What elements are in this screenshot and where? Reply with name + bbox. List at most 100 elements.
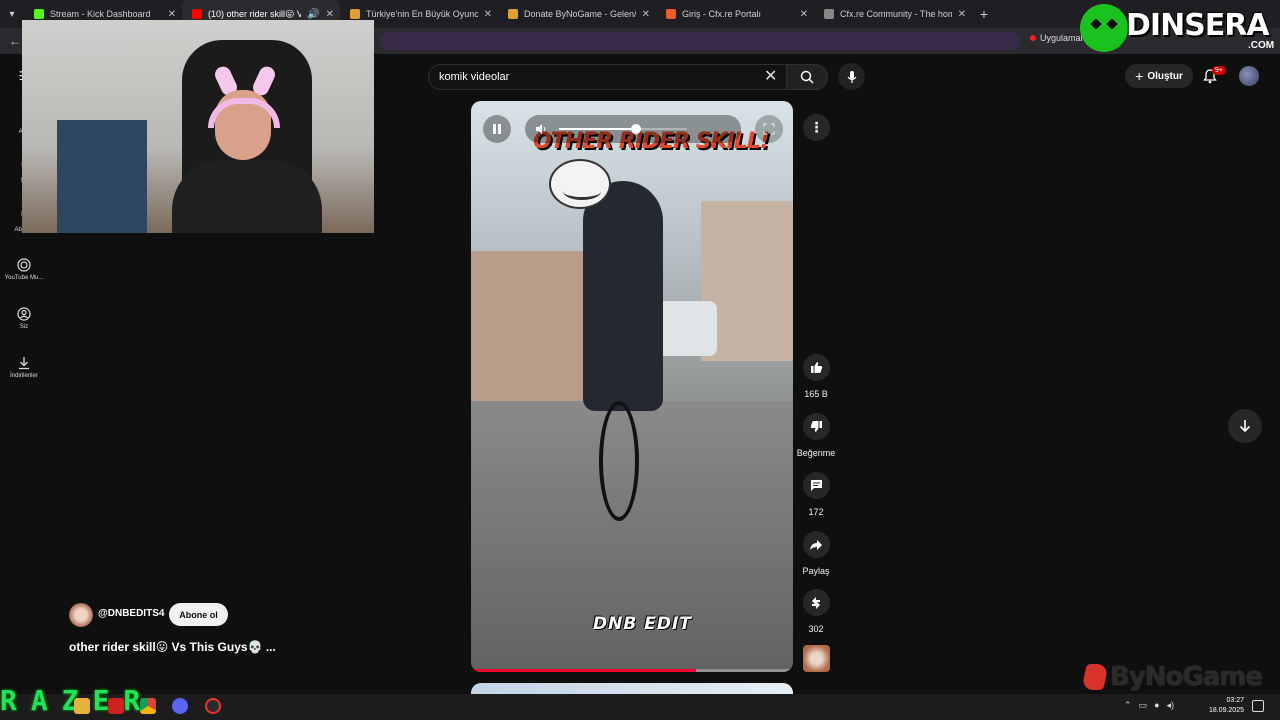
channel-avatar-thumbnail[interactable] (803, 645, 830, 672)
like-button[interactable]: 165 B (796, 354, 836, 399)
volume-slider-handle[interactable] (630, 124, 641, 134)
volume-tray-icon[interactable]: ◂) (1167, 700, 1175, 711)
system-tray: ⌃ ▭ ● ◂) (1124, 700, 1174, 711)
search-icon (800, 70, 814, 84)
tab-close-icon[interactable]: ✕ (642, 9, 650, 20)
account-icon (17, 307, 31, 321)
account-avatar[interactable] (1239, 66, 1259, 86)
sidebar-item-you[interactable]: Siz (0, 307, 48, 330)
share-arrow-icon (810, 539, 822, 550)
tab-title: Giriş - Cfx.re Portalı (682, 9, 762, 19)
arrow-down-icon (1239, 420, 1251, 433)
more-vert-icon: ⋮ (809, 119, 824, 135)
bynogame-watermark: ByNoGame (1081, 662, 1263, 692)
remix-button-circle[interactable] (802, 589, 830, 616)
apps-label: Uygulamal (1040, 33, 1083, 43)
tab-search-chevron-icon[interactable]: ▾ (0, 0, 24, 28)
chevron-up-icon[interactable]: ⌃ (1124, 700, 1132, 711)
clear-search-icon[interactable]: ✕ (764, 66, 777, 86)
dislike-button[interactable]: Beğenme (796, 413, 836, 458)
remix-icon (812, 596, 820, 609)
watermark-text: ByNoGame (1110, 662, 1263, 692)
youtube-app-icon[interactable] (108, 698, 124, 714)
share-label: Paylaş (802, 566, 830, 576)
taskbar-clock[interactable]: 03:27 18.09.2025 (1200, 696, 1244, 716)
thumbs-down-icon (810, 421, 822, 432)
video-scene-rider (583, 181, 663, 411)
comments-button[interactable]: 172 (796, 472, 836, 517)
youtube-music-icon (17, 258, 31, 272)
fullscreen-button[interactable] (755, 115, 783, 143)
discord-icon[interactable] (172, 698, 188, 714)
share-button-circle[interactable] (802, 531, 830, 558)
channel-avatar[interactable] (69, 603, 93, 627)
streamer-webcam-overlay (22, 20, 374, 233)
pause-button[interactable] (483, 115, 511, 143)
browser-tab[interactable]: Donate ByNoGame - Gelen/Gid ✕ (498, 0, 656, 28)
windows-taskbar (0, 694, 1280, 720)
channel-name[interactable]: @DNBEDITS4 (98, 608, 164, 619)
more-options-button[interactable]: ⋮ (803, 114, 830, 141)
sidebar-item-label: Siz (19, 324, 29, 330)
omnibox[interactable] (380, 32, 1020, 50)
subscribe-button[interactable]: Abone ol (169, 603, 228, 626)
logo-word: DINSERA (1126, 8, 1270, 43)
obs-icon[interactable] (205, 698, 221, 714)
tab-title: Cfx.re Community - The home (840, 9, 952, 19)
tab-close-icon[interactable]: ✕ (958, 9, 966, 20)
pause-icon (493, 124, 501, 134)
bynogame-favicon-icon (350, 9, 360, 19)
share-button[interactable]: Paylaş (796, 531, 836, 576)
shorts-video-player[interactable]: OTHER RIDER SKILL! DNB EDIT (471, 101, 793, 672)
next-short-button[interactable] (1228, 409, 1262, 443)
cfx-community-favicon-icon (824, 9, 834, 19)
youtube-favicon-icon (192, 9, 202, 19)
notification-count-badge: 9+ (1212, 66, 1226, 75)
short-title[interactable]: other rider skill😛 Vs This Guys💀 ... (69, 640, 276, 654)
create-button[interactable]: + Oluştur (1125, 64, 1193, 88)
apps-bookmark[interactable]: Uygulamal (1030, 33, 1083, 43)
comment-icon (810, 480, 822, 491)
dislike-button-circle[interactable] (802, 413, 830, 440)
tab-audio-icon[interactable]: 🔊 (307, 9, 319, 20)
remix-button[interactable]: 302 (796, 589, 836, 634)
dislike-label: Beğenme (796, 448, 836, 458)
video-progress-fill (471, 669, 697, 672)
search-button[interactable] (786, 64, 828, 90)
notification-center-icon[interactable] (1252, 700, 1264, 712)
network-icon[interactable]: ▭ (1139, 700, 1148, 711)
voice-search-button[interactable] (838, 63, 865, 90)
video-scene-car (657, 301, 717, 356)
volume-control[interactable] (525, 115, 741, 143)
comments-button-circle[interactable] (802, 472, 830, 499)
dinsera-logo: DINSERA .COM (1080, 4, 1275, 52)
bynogame-logo-icon (1081, 664, 1109, 690)
tab-close-icon[interactable]: ✕ (800, 9, 808, 20)
video-caption: DNB EDIT (593, 614, 692, 634)
video-scene-wheel (599, 401, 639, 521)
sidebar-item-label: YouTube Mu... (4, 275, 44, 281)
like-count: 165 B (804, 389, 828, 399)
download-icon (19, 357, 29, 370)
volume-icon (536, 124, 546, 134)
microphone-tray-icon[interactable]: ● (1154, 700, 1159, 711)
clock-date: 18.09.2025 (1208, 707, 1244, 714)
like-button-circle[interactable] (802, 354, 830, 381)
create-label: Oluştur (1147, 70, 1183, 82)
video-progress-bar[interactable] (471, 669, 793, 672)
new-tab-plus-icon[interactable]: + (972, 6, 996, 22)
sidebar-item-downloads[interactable]: İndirilenler (0, 356, 48, 379)
apps-dot-icon (1030, 35, 1036, 41)
tab-close-icon[interactable]: ✕ (168, 9, 176, 20)
tab-close-icon[interactable]: ✕ (484, 9, 492, 20)
file-explorer-icon[interactable] (74, 698, 90, 714)
search-input[interactable]: komik videolar (428, 64, 791, 90)
tab-close-icon[interactable]: ✕ (326, 9, 334, 20)
kick-favicon-icon (34, 9, 44, 19)
sidebar-item-youtube-music[interactable]: YouTube Mu... (0, 258, 48, 281)
volume-slider[interactable] (559, 124, 687, 134)
chrome-icon[interactable] (140, 698, 156, 714)
volume-slider-fill (559, 128, 636, 130)
browser-tab[interactable]: Giriş - Cfx.re Portalı ✕ (656, 0, 814, 28)
browser-tab[interactable]: Cfx.re Community - The home ✕ (814, 0, 972, 28)
